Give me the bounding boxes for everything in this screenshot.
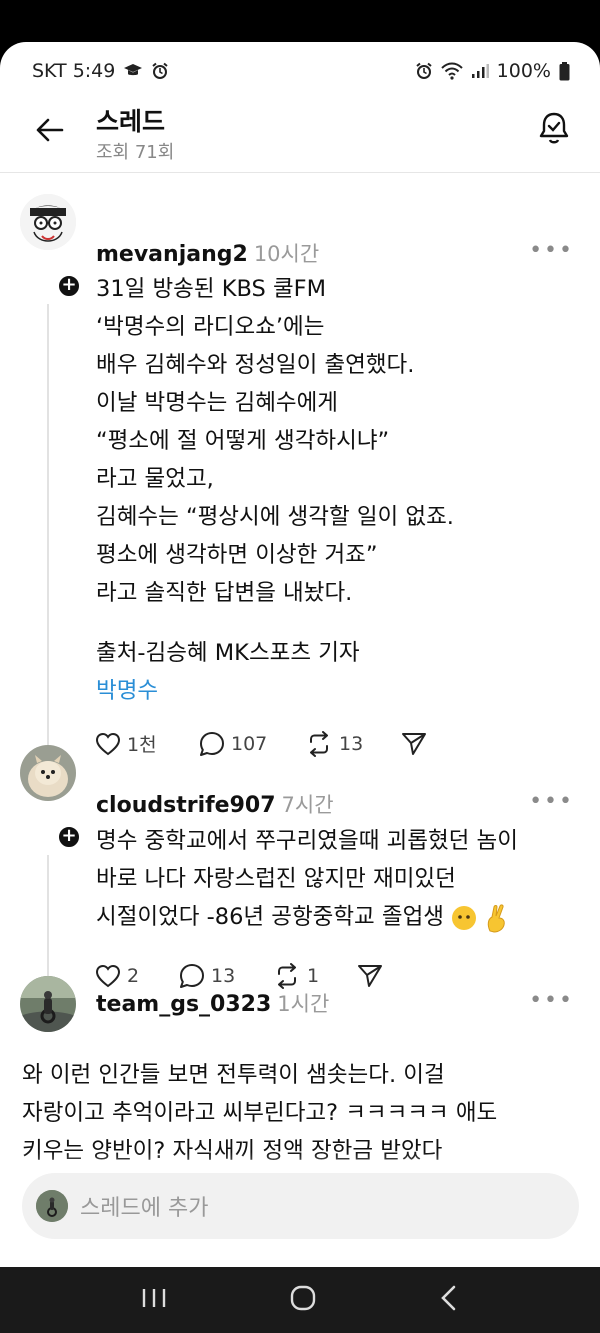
- send-icon: [402, 732, 426, 755]
- post-time: 7시간: [281, 793, 334, 817]
- home-button[interactable]: [289, 1284, 317, 1316]
- thread-header: 스레드 조회 71회: [0, 100, 600, 168]
- more-options-button[interactable]: •••: [529, 789, 574, 814]
- motorcycle-rider-avatar-icon: [36, 1190, 68, 1222]
- username[interactable]: cloudstrife907: [96, 793, 276, 818]
- post-line: 배우 김혜수와 정성일이 출연했다.: [96, 352, 415, 378]
- repost-button[interactable]: 13: [305, 730, 401, 757]
- alarm-icon-right: [415, 62, 433, 80]
- post-line: “평소에 절 어떻게 생각하시냐”: [96, 428, 390, 454]
- post-source: 출처-김승혜 MK스포츠 기자: [96, 640, 360, 666]
- system-navigation-bar: [0, 1267, 600, 1333]
- post-time: 10시간: [253, 242, 320, 266]
- home-circle-icon: [290, 1285, 316, 1311]
- reply-count: 107: [231, 732, 268, 755]
- post-time: 1시간: [277, 992, 330, 1016]
- compose-placeholder: 스레드에 추가: [80, 1196, 209, 1221]
- like-button[interactable]: 1천: [95, 730, 199, 757]
- post-line: 시절이었다 -86년 공항중학교 졸업생: [96, 904, 445, 930]
- cartoon-face-avatar-icon: [20, 194, 76, 250]
- notification-bell-button[interactable]: [534, 108, 574, 148]
- heart-icon: [95, 732, 121, 755]
- crossed-fingers-emoji-icon: [488, 903, 506, 933]
- username[interactable]: mevanjang2: [96, 242, 248, 267]
- send-icon: [358, 965, 382, 987]
- post-header: cloudstrife907 7시간: [96, 789, 334, 819]
- like-button[interactable]: 2: [95, 964, 179, 988]
- arrow-left-icon: [36, 118, 64, 142]
- post-line: 김혜수는 “평상시에 생각할 일이 없죠.: [96, 504, 454, 530]
- chevron-left-icon: [441, 1285, 456, 1311]
- post-line: 명수 중학교에서 쭈구리였을때 괴롭혔던 놈이: [96, 828, 518, 854]
- back-nav-button[interactable]: [439, 1284, 459, 1316]
- post-line-with-emoji: 시절이었다 -86년 공항중학교 졸업생: [96, 898, 570, 936]
- post-actions: 1천 107 13: [95, 730, 427, 757]
- repost-icon: [310, 730, 328, 757]
- view-count: 조회 71회: [96, 142, 175, 163]
- heart-icon: [95, 964, 121, 988]
- graduation-cap-icon: [123, 63, 143, 79]
- post-line: 라고 물었고,: [96, 466, 214, 492]
- like-count: 1천: [127, 734, 157, 756]
- comment-bubble-icon: [200, 731, 224, 756]
- post-line: 이날 박명수는 김혜수에게: [96, 390, 339, 416]
- no-mouth-face-emoji-icon: [452, 905, 477, 930]
- post-header: team_gs_0323 1시간: [96, 988, 329, 1018]
- repost-count: 1: [307, 965, 320, 987]
- reply-button[interactable]: 107: [199, 731, 305, 757]
- follow-plus-button[interactable]: +: [57, 825, 81, 849]
- post-line: 와 이런 인간들 보면 전투력이 샘솟는다. 이걸: [22, 1062, 445, 1088]
- header-divider: [0, 172, 600, 173]
- reply-count: 13: [211, 965, 236, 987]
- pomeranian-avatar-icon: [20, 745, 76, 801]
- post-line: 바로 나다 자랑스럽진 않지만 재미있던: [96, 866, 456, 892]
- back-button[interactable]: [30, 110, 70, 150]
- my-avatar: [36, 1190, 68, 1222]
- avatar[interactable]: [20, 745, 76, 801]
- topic-tag-link[interactable]: 박명수: [96, 672, 570, 710]
- post-body: 31일 방송된 KBS 쿨FM ‘박명수의 라디오쇼’에는 배우 김혜수와 정성…: [96, 270, 570, 710]
- post-line: 자랑이고 추억이라고 씨부린다고? ㅋㅋㅋㅋㅋ 애도: [22, 1100, 498, 1126]
- post-line: 평소에 생각하면 이상한 거죠”: [96, 542, 378, 568]
- thread-connector-line: [47, 304, 49, 772]
- status-bar: SKT 5:49 100%: [0, 42, 600, 100]
- signal-icon: [471, 63, 489, 79]
- post-header: mevanjang2 10시간: [96, 238, 319, 268]
- alarm-icon: [151, 62, 169, 80]
- share-button[interactable]: [401, 732, 427, 756]
- thread-connector-line: [47, 855, 49, 983]
- like-count: 2: [127, 965, 140, 987]
- avatar[interactable]: [20, 194, 76, 250]
- recent-apps-icon: [142, 1289, 166, 1307]
- comment-bubble-icon: [180, 964, 204, 988]
- post-line: ‘박명수의 라디오쇼’에는: [96, 314, 325, 340]
- share-button[interactable]: [357, 964, 383, 988]
- post-body: 명수 중학교에서 쭈구리였을때 괴롭혔던 놈이 바로 나다 자랑스럽진 않지만 …: [96, 822, 570, 936]
- username[interactable]: team_gs_0323: [96, 992, 271, 1017]
- post-actions: 2 13 1: [95, 963, 383, 989]
- avatar[interactable]: [20, 976, 76, 1032]
- follow-plus-button[interactable]: +: [57, 274, 81, 298]
- repost-icon: [278, 963, 296, 989]
- page-title: 스레드: [96, 107, 166, 136]
- more-options-button[interactable]: •••: [529, 238, 574, 263]
- battery-text: 100%: [496, 60, 551, 82]
- more-options-button[interactable]: •••: [529, 988, 574, 1013]
- thread-reply-input[interactable]: 스레드에 추가: [22, 1173, 579, 1239]
- battery-icon: [559, 61, 570, 81]
- recent-apps-button[interactable]: [141, 1287, 167, 1313]
- app-screen: SKT 5:49 100% 스레드 조회 71회 + mevanjang2 10…: [0, 42, 600, 1267]
- repost-button[interactable]: 1: [273, 963, 357, 989]
- reply-button[interactable]: 13: [179, 963, 273, 989]
- post-line: 라고 솔직한 답변을 내놨다.: [96, 580, 353, 606]
- bell-check-icon: [539, 112, 569, 144]
- wifi-icon: [440, 62, 463, 80]
- motorcycle-rider-avatar-icon: [20, 976, 76, 1032]
- post-line: 31일 방송된 KBS 쿨FM: [96, 276, 327, 302]
- repost-count: 13: [339, 732, 364, 755]
- carrier-time: SKT 5:49: [32, 60, 116, 82]
